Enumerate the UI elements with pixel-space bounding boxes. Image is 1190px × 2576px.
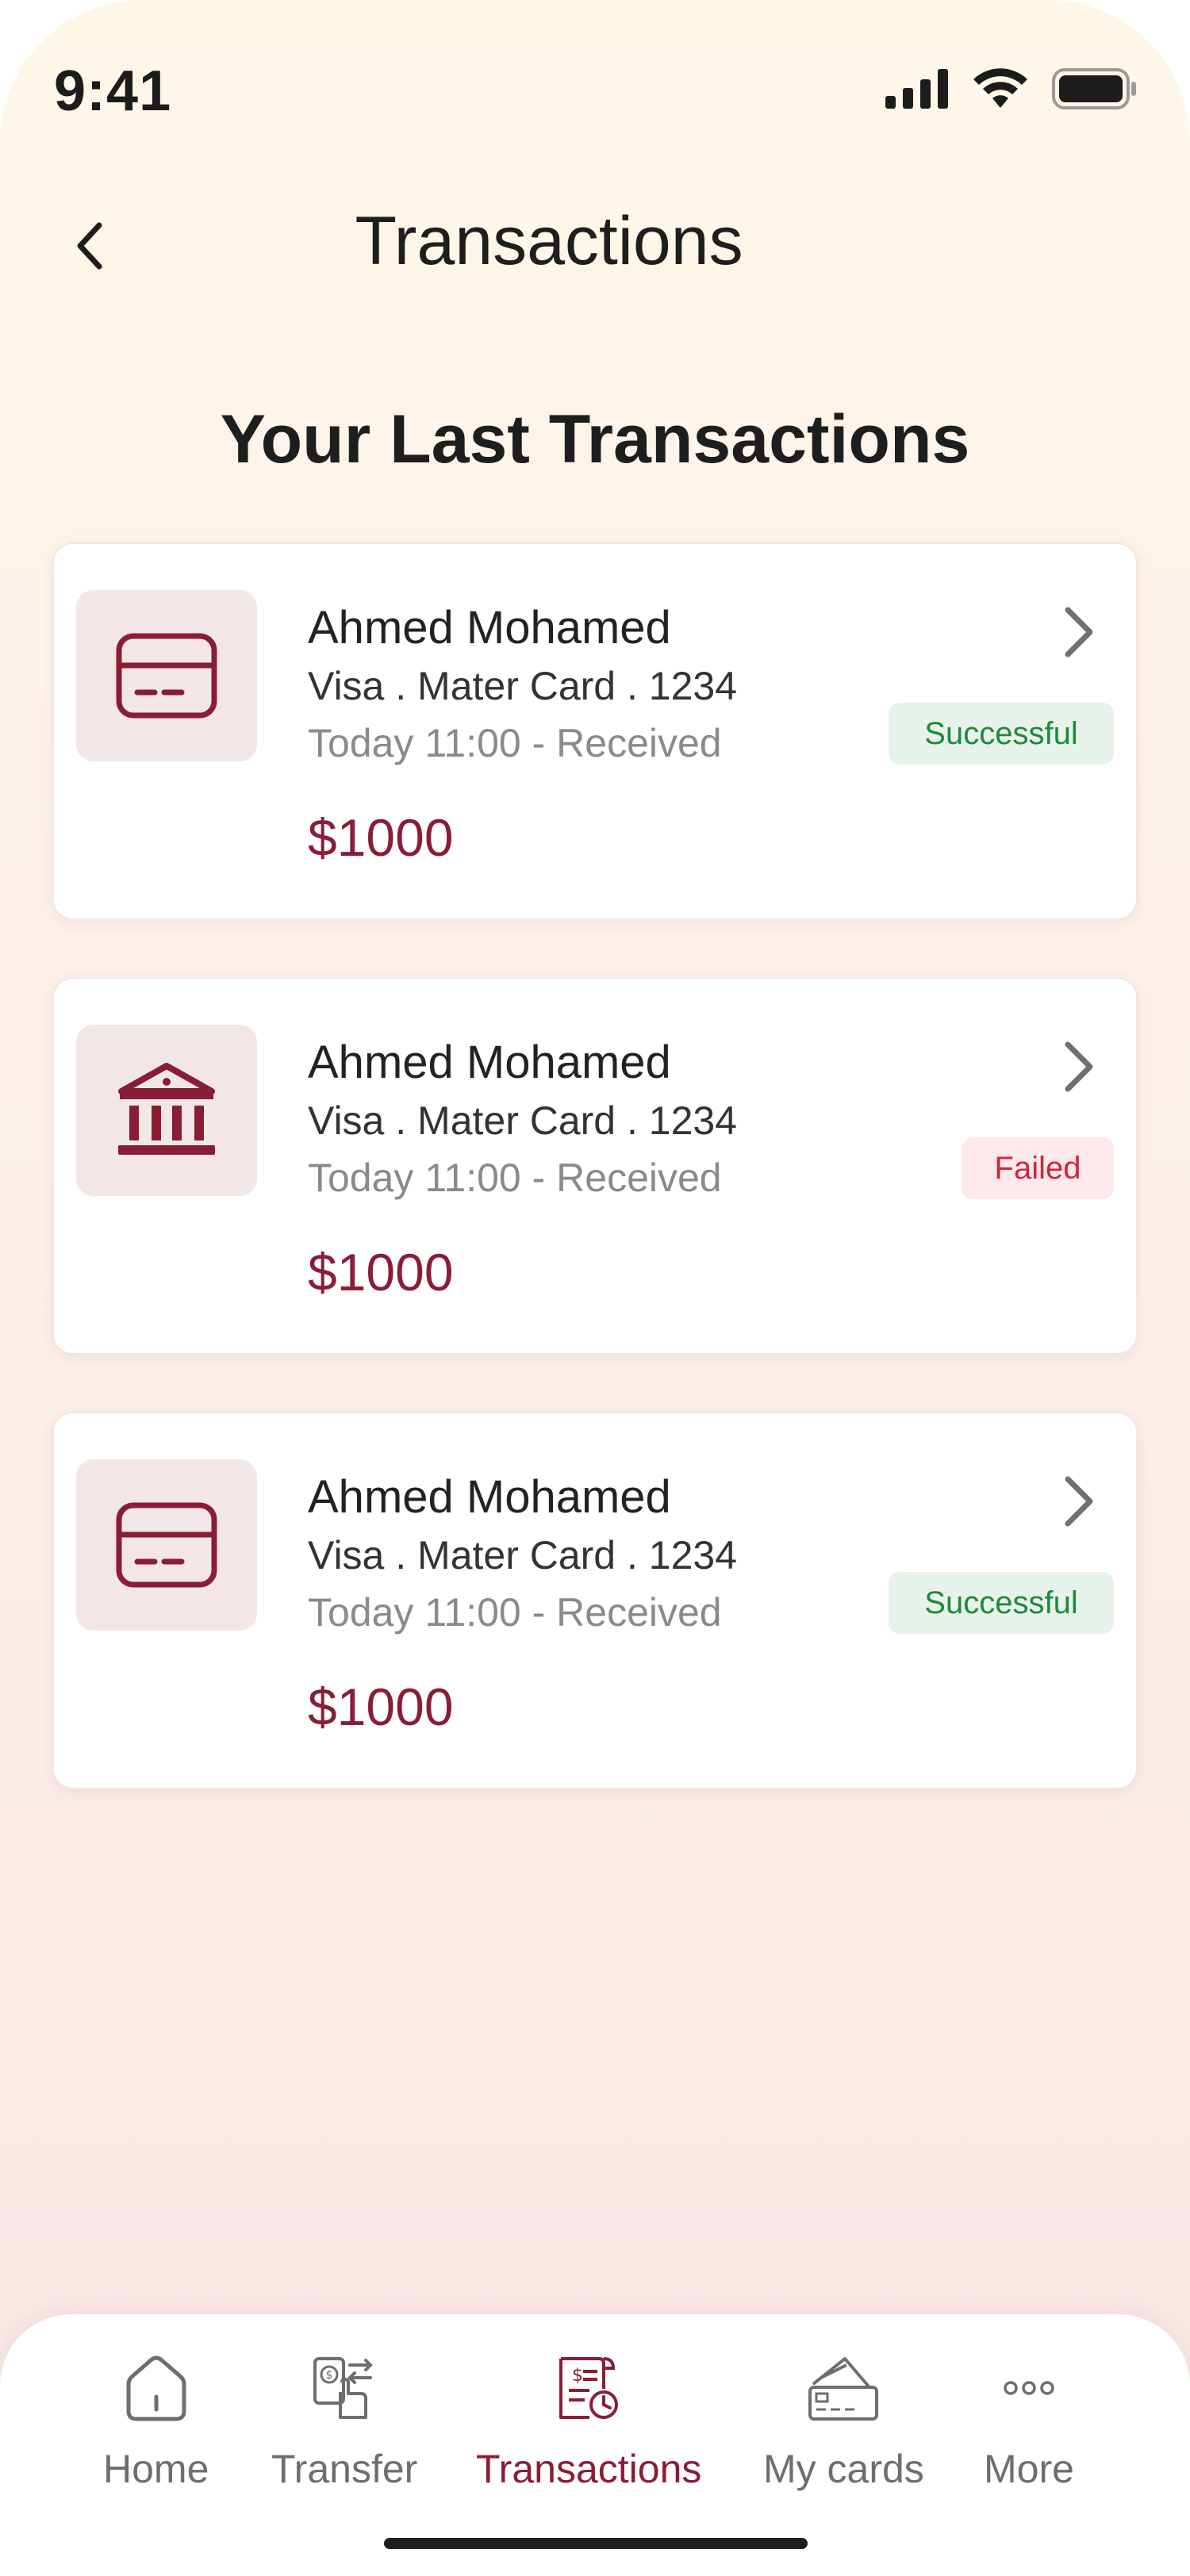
transaction-account: Visa . Mater Card . 1234 [308, 1533, 738, 1577]
nav-label: My cards [763, 2447, 924, 2491]
nav-item-transfer[interactable]: $ Transfer [271, 2344, 417, 2492]
svg-text:$: $ [326, 2369, 333, 2382]
section-title: Your Last Transactions [220, 401, 970, 477]
status-icons [885, 68, 1138, 109]
transaction-name: Ahmed Mohamed [308, 1471, 671, 1523]
chevron-right-icon[interactable] [1057, 1037, 1101, 1096]
nav-label: Transfer [271, 2447, 418, 2491]
transaction-account: Visa . Mater Card . 1234 [308, 664, 738, 708]
nav-label: Transactions [476, 2447, 702, 2491]
nav-item-more[interactable]: More [984, 2344, 1074, 2492]
bank-icon [118, 1063, 215, 1155]
transaction-name: Ahmed Mohamed [308, 1037, 671, 1088]
transaction-time: Today 11:00 - Received [308, 1156, 722, 1200]
nav-label: Home [103, 2447, 209, 2491]
transaction-card[interactable]: Ahmed Mohamed Visa . Mater Card . 1234 T… [52, 1412, 1138, 1789]
signal-icon [885, 69, 948, 109]
transaction-amount: $1000 [308, 1677, 454, 1736]
transfer-icon: $ [313, 2357, 373, 2419]
battery-icon [1052, 68, 1136, 109]
credit-card-icon [116, 633, 217, 719]
transaction-time: Today 11:00 - Received [308, 721, 722, 765]
transaction-icon-box [76, 1459, 257, 1631]
transaction-name: Ahmed Mohamed [308, 602, 671, 654]
transaction-card[interactable]: Ahmed Mohamed Visa . Mater Card . 1234 T… [52, 542, 1138, 920]
status-badge: Successful [889, 1572, 1114, 1634]
nav-item-home[interactable]: Home [103, 2344, 209, 2492]
transaction-icon-box [76, 590, 257, 761]
cards-icon [808, 2357, 879, 2421]
nav-label: More [984, 2447, 1074, 2491]
transaction-amount: $1000 [308, 808, 454, 867]
transaction-amount: $1000 [308, 1243, 454, 1301]
credit-card-icon [116, 1502, 217, 1588]
transaction-card[interactable]: Ahmed Mohamed Visa . Mater Card . 1234 T… [52, 977, 1138, 1355]
home-indicator[interactable] [384, 2538, 808, 2549]
transactions-icon: $ [559, 2357, 619, 2419]
page-title: Transactions [355, 203, 743, 279]
wifi-icon [973, 68, 1027, 108]
phone-screen: 9:41 Transactions Your Last Transactions [0, 0, 1190, 2576]
status-badge: Successful [889, 703, 1114, 765]
bottom-nav: Home $ Transfer $ Transactions My cards … [0, 2314, 1190, 2576]
status-badge: Failed [962, 1137, 1114, 1199]
chevron-right-icon[interactable] [1057, 1472, 1101, 1531]
transaction-time: Today 11:00 - Received [308, 1590, 722, 1635]
nav-item-my-cards[interactable]: My cards [763, 2344, 924, 2492]
svg-text:$: $ [572, 2366, 583, 2386]
status-time: 9:41 [54, 59, 172, 123]
home-icon [126, 2356, 186, 2421]
chevron-right-icon[interactable] [1057, 603, 1101, 661]
nav-item-transactions[interactable]: $ Transactions [476, 2344, 701, 2492]
transaction-icon-box [76, 1025, 257, 1196]
more-icon [1004, 2381, 1054, 2395]
transaction-account: Visa . Mater Card . 1234 [308, 1098, 738, 1143]
